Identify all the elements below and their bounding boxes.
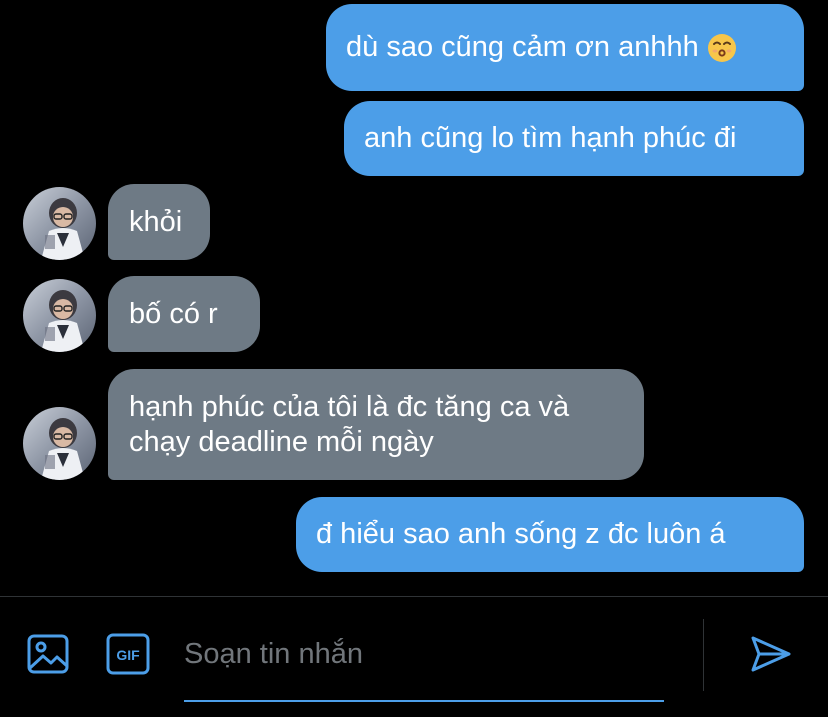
gif-icon: GIF bbox=[106, 633, 150, 675]
message-bubble-outgoing[interactable]: dù sao cũng cảm ơn anhhh bbox=[326, 4, 804, 91]
media-button[interactable] bbox=[26, 633, 70, 675]
send-icon bbox=[751, 636, 791, 672]
avatar[interactable] bbox=[23, 407, 96, 480]
kissing-face-emoji bbox=[707, 33, 736, 62]
send-button[interactable] bbox=[749, 633, 793, 675]
message-thread: dù sao cũng cảm ơn anhhh anh cũng lo tìm… bbox=[0, 0, 828, 596]
message-text-line: hạnh phúc của tôi là đc tăng ca và bbox=[129, 390, 570, 423]
image-icon bbox=[27, 634, 69, 674]
gif-button[interactable]: GIF bbox=[106, 633, 150, 675]
avatar-image bbox=[23, 187, 96, 260]
message-text-line: chạy deadline mỗi ngày bbox=[129, 425, 434, 458]
message-bubble-incoming[interactable]: bố có r bbox=[108, 276, 260, 352]
message-text: dù sao cũng cảm ơn anhhh bbox=[346, 31, 699, 63]
avatar-image bbox=[23, 279, 96, 352]
avatar[interactable] bbox=[23, 279, 96, 352]
input-underline bbox=[184, 700, 664, 702]
message-text: bố có r bbox=[129, 297, 218, 330]
message-input[interactable] bbox=[184, 633, 664, 675]
composer-vertical-divider bbox=[703, 619, 704, 691]
message-text: khỏi bbox=[129, 205, 183, 238]
gif-label: GIF bbox=[116, 647, 140, 663]
message-bubble-outgoing[interactable]: anh cũng lo tìm hạnh phúc đi bbox=[344, 101, 804, 176]
message-text: đ hiểu sao anh sống z đc luôn á bbox=[316, 518, 726, 550]
message-bubble-incoming[interactable]: khỏi bbox=[108, 184, 210, 260]
message-composer: GIF bbox=[0, 597, 828, 717]
avatar-image bbox=[23, 407, 96, 480]
message-text: anh cũng lo tìm hạnh phúc đi bbox=[364, 122, 737, 154]
message-bubble-incoming[interactable]: hạnh phúc của tôi là đc tăng ca và chạy … bbox=[108, 369, 644, 480]
message-bubble-outgoing[interactable]: đ hiểu sao anh sống z đc luôn á bbox=[296, 497, 804, 572]
avatar[interactable] bbox=[23, 187, 96, 260]
